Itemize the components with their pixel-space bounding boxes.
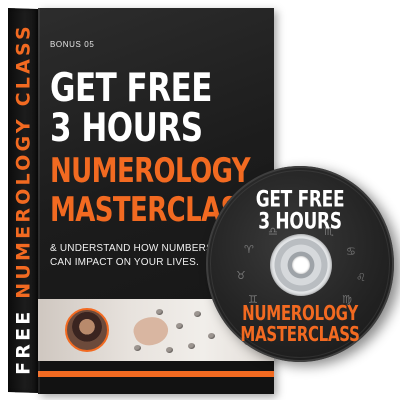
- headline-line-1: GET FREE: [50, 66, 212, 111]
- decor-stone: [166, 347, 173, 353]
- decor-stone: [176, 323, 183, 329]
- decor-stone: [156, 309, 163, 315]
- decor-stone: [194, 311, 201, 317]
- disc-title-line-2: MASTERCLASS: [240, 321, 360, 347]
- title-line-1: NUMEROLOGY: [50, 152, 251, 191]
- subtitle: & UNDERSTAND HOW NUMBERS CAN IMPACT ON Y…: [50, 242, 213, 270]
- spine-title: FREE NUMEROLOGY CLASS: [12, 19, 35, 379]
- spine-text-wrap: FREE NUMEROLOGY CLASS: [7, 10, 41, 388]
- box-front-edge: [38, 8, 40, 394]
- spine-word-free: FREE: [12, 308, 35, 375]
- cancer-icon: ♋: [346, 245, 356, 258]
- headline-line-2: 3 HOURS: [50, 106, 203, 151]
- bonus-label: BONUS 05: [50, 40, 95, 49]
- disc-center-hole: [292, 256, 310, 274]
- presenter-avatar: [65, 308, 109, 352]
- subtitle-line-1: & UNDERSTAND HOW NUMBERS: [50, 243, 213, 254]
- cd-disc: ♈ ♉ ♊ ♋ ♌ ♍ ♎ ♏ GET FREE 3 HOURS NUMEROL…: [206, 166, 394, 362]
- product-mockup: FREE NUMEROLOGY CLASS BONUS 05 GET FREE …: [0, 0, 400, 400]
- disc-hub: [270, 234, 332, 296]
- decor-stone: [134, 345, 141, 351]
- disc-headline-line-2: 3 HOURS: [258, 209, 342, 235]
- cover-bottom-band: [38, 361, 274, 394]
- subtitle-line-2: CAN IMPACT ON YOUR LIVES.: [50, 257, 199, 268]
- decor-stone: [188, 343, 195, 349]
- cover-accent-bar: [38, 371, 274, 377]
- leo-icon: ♌: [356, 271, 366, 284]
- taurus-icon: ♉: [236, 269, 246, 282]
- spine-word-numerology-class: NUMEROLOGY CLASS: [12, 23, 35, 299]
- aries-icon: ♈: [244, 243, 254, 256]
